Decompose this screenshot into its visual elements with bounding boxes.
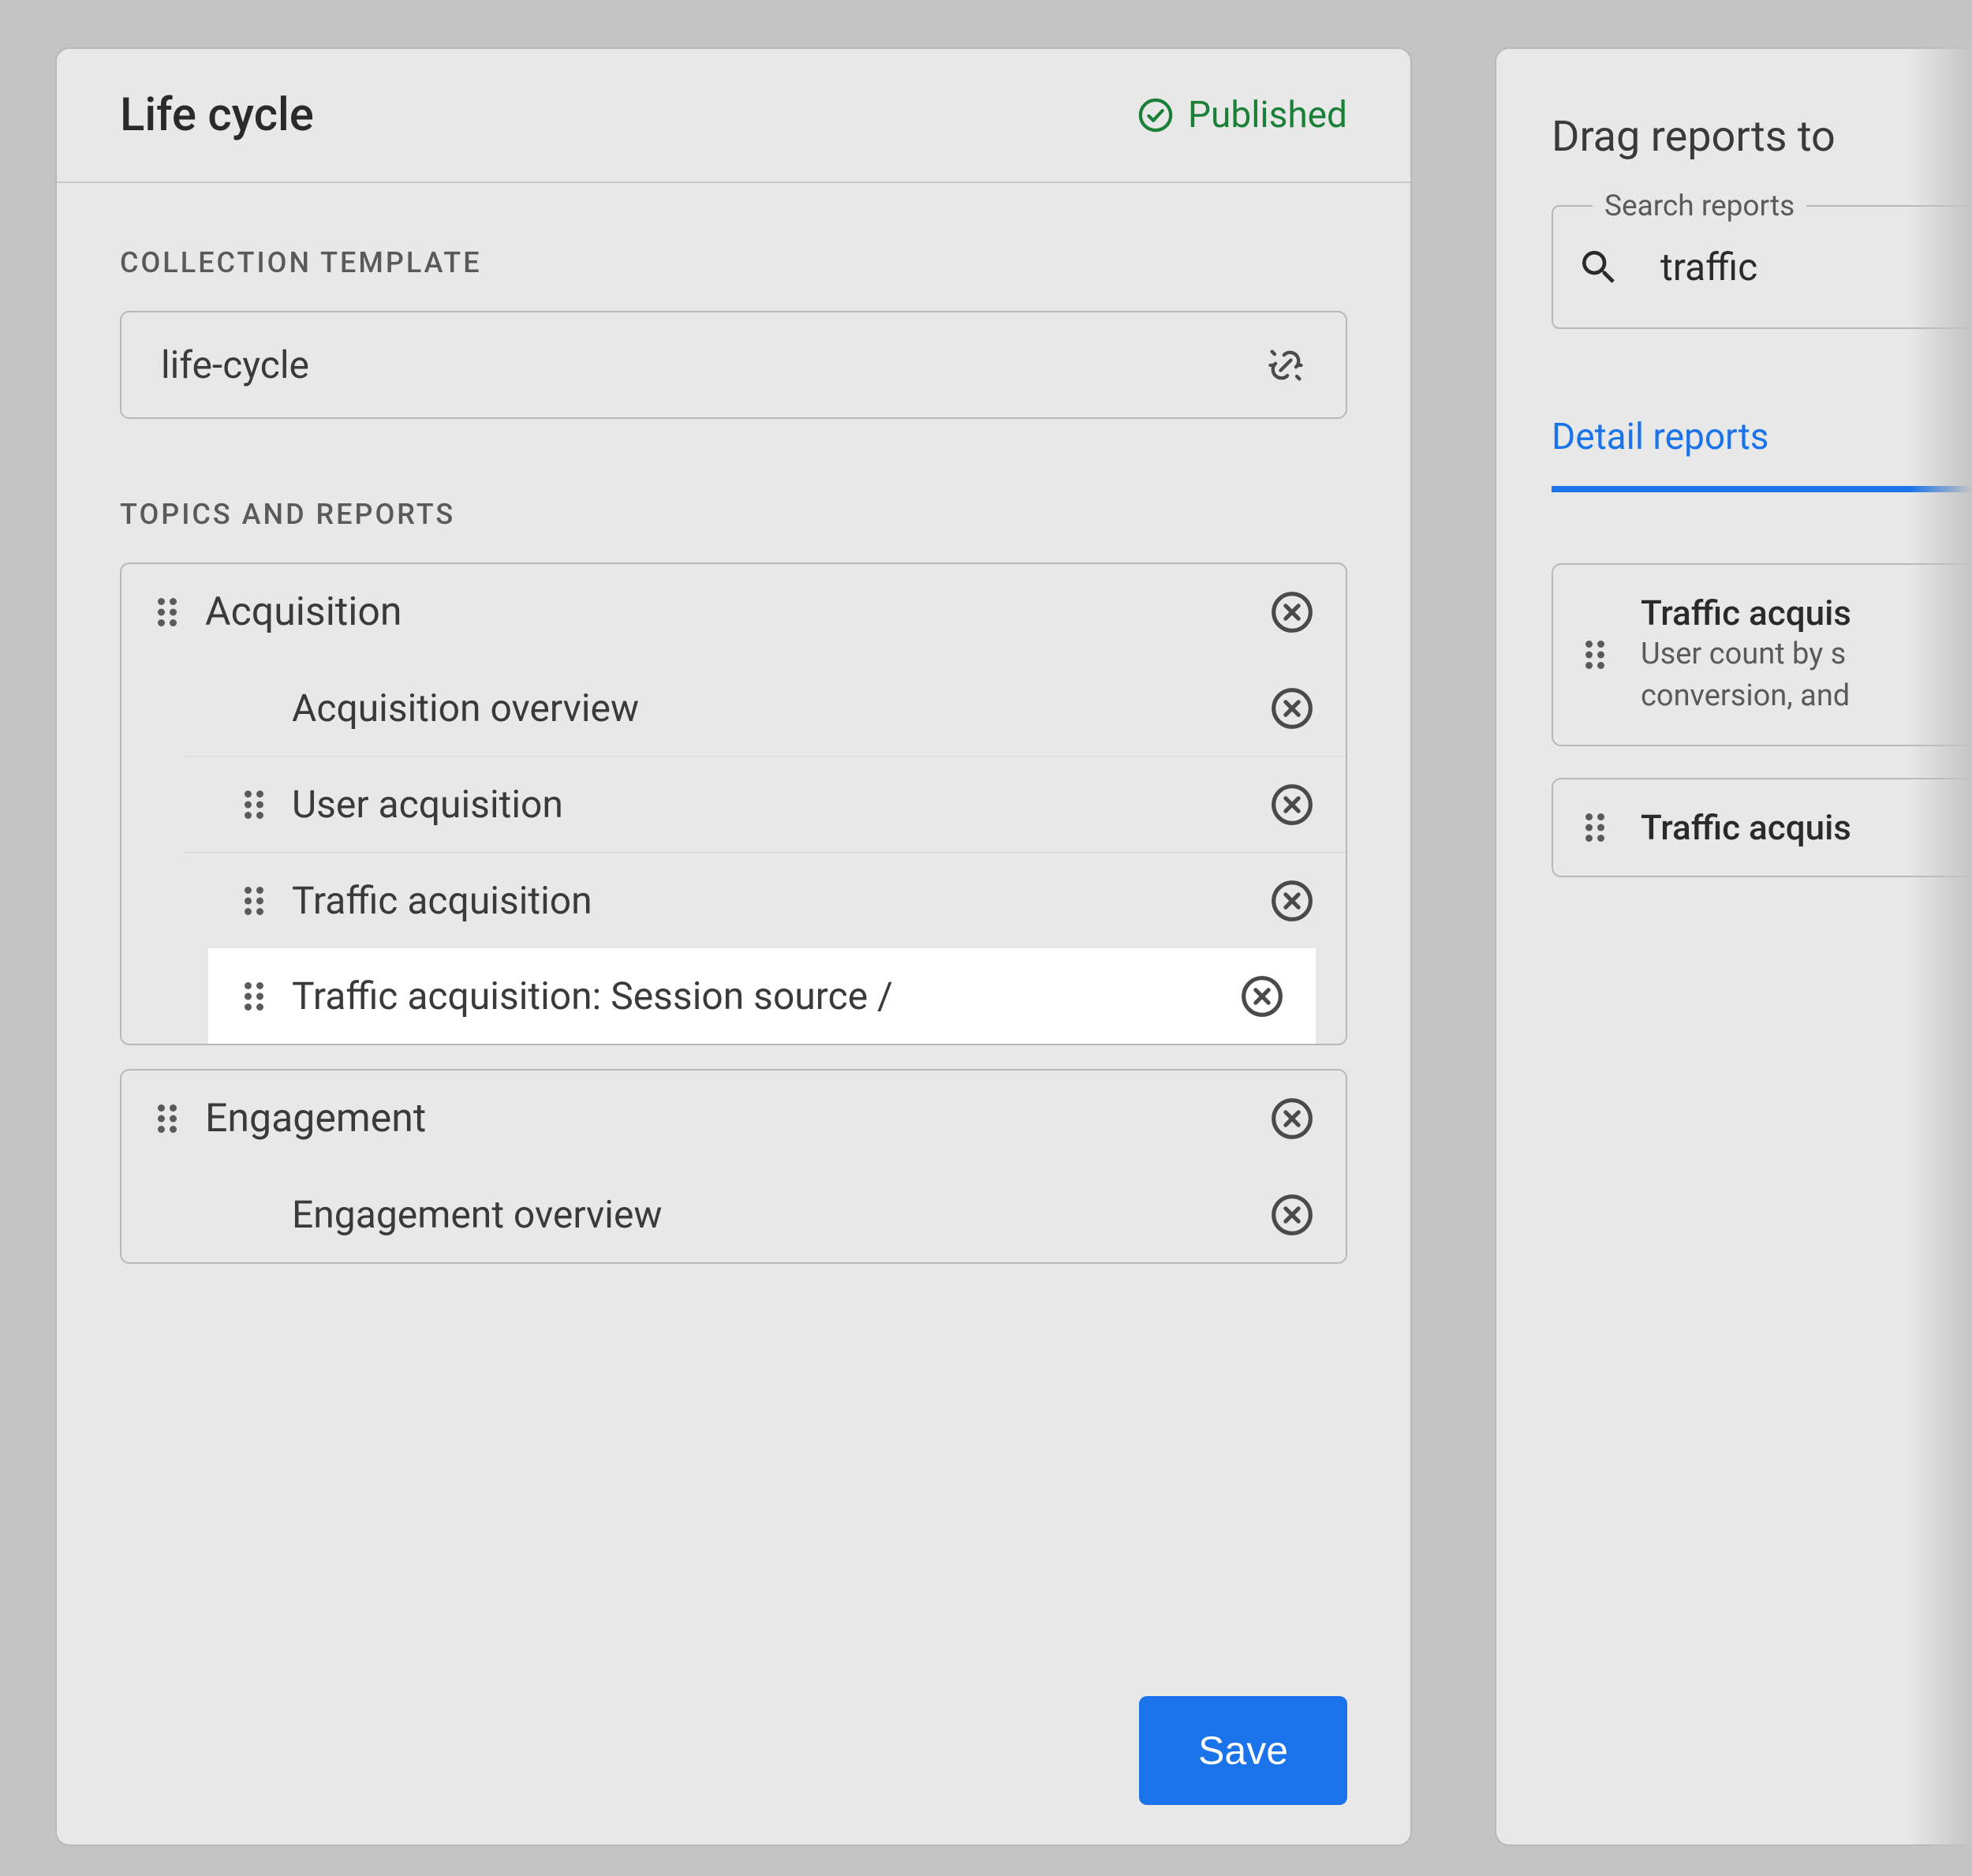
report-label: Engagement overview [292, 1192, 1246, 1237]
topic-container: Acquisition Acquisition overview User ac… [120, 562, 1347, 1045]
remove-icon[interactable] [1270, 686, 1314, 731]
side-panel-title: Drag reports to [1552, 112, 1972, 162]
remove-icon[interactable] [1240, 974, 1284, 1018]
topic-header[interactable]: Engagement [121, 1071, 1346, 1167]
template-input[interactable]: life-cycle [120, 311, 1347, 419]
drag-handle-icon[interactable] [153, 1101, 181, 1136]
search-icon [1577, 245, 1621, 290]
remove-icon[interactable] [1270, 1097, 1314, 1141]
report-item[interactable]: User acquisition [185, 756, 1346, 852]
panel-title: Life cycle [120, 88, 314, 142]
search-value: traffic [1660, 245, 1757, 290]
report-card-desc: User count by s [1641, 633, 1972, 675]
remove-icon[interactable] [1270, 590, 1314, 634]
drag-handle-icon[interactable] [240, 884, 268, 918]
topic-header[interactable]: Acquisition [121, 564, 1346, 660]
reports-side-panel: Drag reports to Search reports traffic D… [1495, 47, 1972, 1846]
report-card-title: Traffic acquis [1641, 807, 1972, 848]
remove-icon[interactable] [1270, 1193, 1314, 1237]
drag-handle-icon[interactable] [1581, 637, 1609, 672]
tab-row: Detail reports [1552, 416, 1972, 486]
unlink-icon[interactable] [1265, 345, 1306, 386]
remove-icon[interactable] [1270, 783, 1314, 827]
report-label: User acquisition [292, 782, 1246, 827]
tab-underline [1552, 486, 1972, 492]
report-label: Acquisition overview [292, 686, 1246, 731]
topic-title: Acquisition [205, 589, 1246, 635]
template-section-label: COLLECTION TEMPLATE [120, 246, 1347, 279]
tab-detail-reports[interactable]: Detail reports [1552, 416, 1769, 486]
topic-title: Engagement [205, 1096, 1246, 1142]
template-value: life-cycle [161, 342, 309, 387]
report-label: Traffic acquisition: Session source / [292, 974, 1216, 1018]
report-card-content: Traffic acquis [1641, 807, 1972, 848]
collection-editor-panel: Life cycle Published COLLECTION TEMPLATE… [55, 47, 1412, 1846]
search-reports-input[interactable]: Search reports traffic [1552, 205, 1972, 329]
report-card-content: Traffic acquis User count by sconversion… [1641, 592, 1972, 717]
remove-icon[interactable] [1270, 879, 1314, 923]
panel-header: Life cycle Published [57, 49, 1410, 183]
panel-body: COLLECTION TEMPLATE life-cycle TOPICS AN… [57, 183, 1410, 1672]
report-card[interactable]: Traffic acquis User count by sconversion… [1552, 563, 1972, 746]
report-item[interactable]: Acquisition overview [185, 660, 1346, 756]
report-card-title: Traffic acquis [1641, 592, 1972, 633]
save-button[interactable]: Save [1139, 1696, 1347, 1805]
check-circle-icon [1137, 97, 1174, 133]
topics-section-label: TOPICS AND REPORTS [120, 498, 1347, 531]
report-item[interactable]: Traffic acquisition [185, 852, 1346, 948]
report-item[interactable]: Traffic acquisition: Session source / [208, 948, 1316, 1044]
drag-handle-icon[interactable] [240, 979, 268, 1014]
report-card[interactable]: Traffic acquis [1552, 778, 1972, 877]
topic-container: Engagement Engagement overview [120, 1069, 1347, 1264]
report-card-desc: conversion, and [1641, 675, 1972, 717]
drag-handle-icon[interactable] [1581, 810, 1609, 845]
search-label: Search reports [1593, 189, 1806, 223]
status-text: Published [1188, 94, 1347, 136]
panel-footer: Save [57, 1672, 1410, 1844]
drag-handle-icon[interactable] [240, 787, 268, 822]
report-label: Traffic acquisition [292, 878, 1246, 923]
report-item[interactable]: Engagement overview [185, 1167, 1346, 1262]
drag-handle-icon[interactable] [153, 595, 181, 630]
status-badge: Published [1137, 94, 1347, 136]
